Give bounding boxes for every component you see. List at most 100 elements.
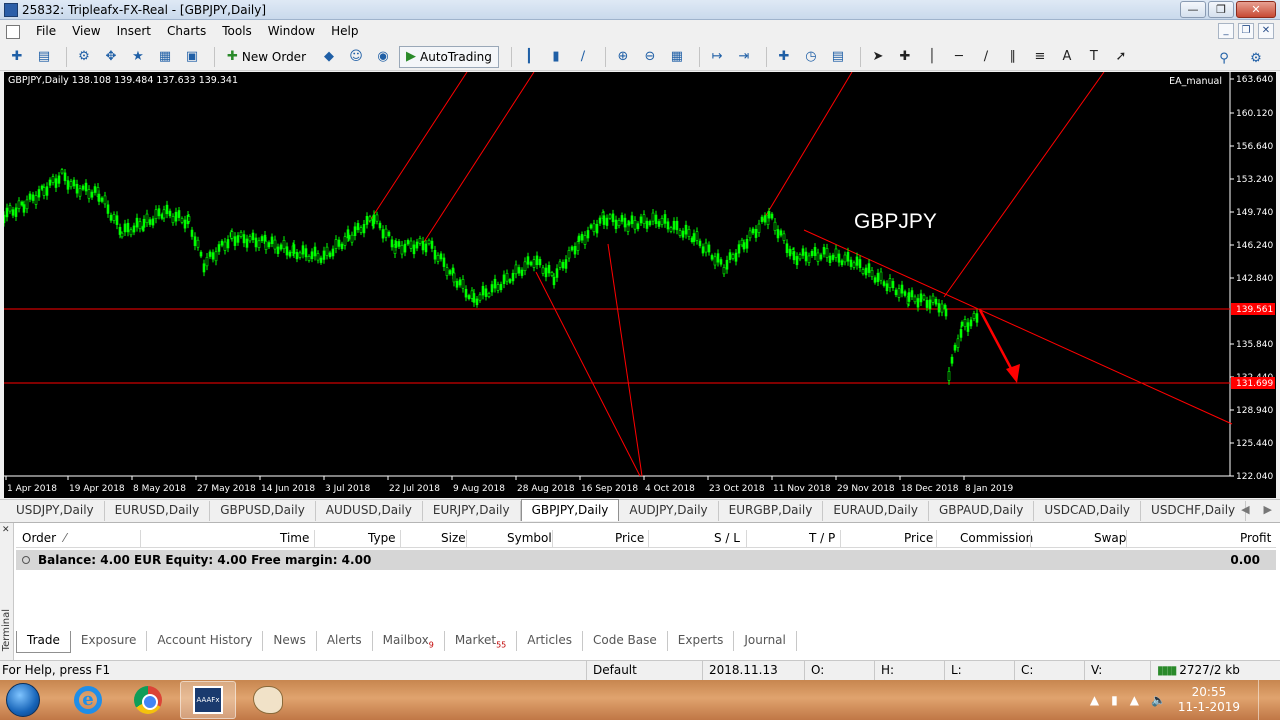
price-chart[interactable]: 163.640 160.120 156.640 153.240 149.740 146.2… (4, 72, 1276, 498)
terminal-icon[interactable]: ▦ (154, 46, 176, 68)
metaeditor-icon[interactable]: ◆ (318, 46, 340, 68)
maximize-button[interactable]: ❐ (1208, 1, 1234, 18)
chart-tab-usdjpy[interactable]: USDJPY,Daily (6, 501, 105, 521)
tab-journal[interactable]: Journal (734, 631, 797, 651)
menu-help[interactable]: Help (323, 21, 366, 42)
col-order[interactable]: Order (22, 531, 56, 545)
clock[interactable]: 20:55 11-1-2019 (1178, 685, 1240, 715)
chart-close-button[interactable]: ✕ (1258, 23, 1274, 39)
zoom-in-icon[interactable]: ⊕ (612, 46, 634, 68)
tab-news[interactable]: News (263, 631, 317, 651)
tab-articles[interactable]: Articles (517, 631, 584, 651)
menu-insert[interactable]: Insert (109, 21, 159, 42)
strategy-tester-icon[interactable]: ▣ (181, 46, 203, 68)
indicators-icon[interactable]: ✚ (773, 46, 795, 68)
tile-windows-icon[interactable]: ▦ (666, 46, 688, 68)
tab-scroll-right-icon[interactable]: ▶ (1264, 503, 1272, 516)
symbol-annotation[interactable]: GBPJPY (854, 210, 937, 234)
menu-charts[interactable]: Charts (159, 21, 214, 42)
taskbar-paint[interactable] (240, 681, 296, 719)
chart-tab-usdcad[interactable]: USDCAD,Daily (1034, 501, 1142, 521)
chart-tab-gbpusd[interactable]: GBPUSD,Daily (210, 501, 316, 521)
auto-trading-button[interactable]: ▶ AutoTrading (399, 45, 499, 68)
chart-canvas[interactable]: 163.640 160.120 156.640 153.240 149.740 146.2… (4, 72, 1276, 498)
tab-code-base[interactable]: Code Base (583, 631, 668, 651)
data-window-icon[interactable]: ✥ (100, 46, 122, 68)
periods-icon[interactable]: ◷ (800, 46, 822, 68)
text-label-icon[interactable]: T (1083, 46, 1105, 68)
chart-tab-usdchf[interactable]: USDCHF,Daily (1141, 501, 1247, 521)
tray-network-icon[interactable]: ▮ (1111, 693, 1118, 707)
chart-tab-eurjpy[interactable]: EURJPY,Daily (423, 501, 521, 521)
settings-icon[interactable]: ⚙ (1245, 47, 1267, 69)
menu-view[interactable]: View (64, 21, 108, 42)
col-tp[interactable]: T / P (809, 531, 835, 545)
templates-icon[interactable]: ▤ (827, 46, 849, 68)
menu-tools[interactable]: Tools (214, 21, 260, 42)
chart-tab-audusd[interactable]: AUDUSD,Daily (316, 501, 423, 521)
chart-tab-euraud[interactable]: EURAUD,Daily (823, 501, 929, 521)
taskbar-chrome[interactable] (120, 681, 176, 719)
arrows-icon[interactable]: ➚ (1110, 46, 1132, 68)
market-watch-icon[interactable]: ⚙ (73, 46, 95, 68)
chat-icon[interactable]: ☺ (345, 46, 367, 68)
start-button[interactable] (0, 680, 46, 720)
col-price-current[interactable]: Price (904, 531, 933, 545)
chart-restore-button[interactable]: ❐ (1238, 23, 1254, 39)
chart-tab-gbpaud[interactable]: GBPAUD,Daily (929, 501, 1035, 521)
text-icon[interactable]: A (1056, 46, 1078, 68)
close-button[interactable]: ✕ (1236, 1, 1276, 18)
line-chart-icon[interactable]: ∕ (572, 46, 594, 68)
chart-tab-eurgbp[interactable]: EURGBP,Daily (719, 501, 824, 521)
balance-row[interactable]: Balance: 4.00 EUR Equity: 4.00 Free marg… (16, 550, 1276, 570)
profiles-icon[interactable]: ▤ (33, 46, 55, 68)
tab-account-history[interactable]: Account History (147, 631, 264, 651)
col-commission[interactable]: Commission (960, 531, 1033, 545)
menu-window[interactable]: Window (260, 21, 323, 42)
col-profit[interactable]: Profit (1240, 531, 1271, 545)
col-size[interactable]: Size (441, 531, 466, 545)
search-icon[interactable]: ⚲ (1213, 47, 1235, 69)
navigator-icon[interactable]: ★ (127, 46, 149, 68)
bar-chart-icon[interactable]: ┃ (518, 46, 540, 68)
tab-alerts[interactable]: Alerts (317, 631, 373, 651)
menu-file[interactable]: File (28, 21, 64, 42)
chart-minimize-button[interactable]: _ (1218, 23, 1234, 39)
taskbar-ie[interactable]: e (60, 681, 116, 719)
channel-icon[interactable]: ∥ (1002, 46, 1024, 68)
tray-expand-icon[interactable]: ▲ (1090, 693, 1099, 707)
new-chart-icon[interactable]: ✚ (6, 46, 28, 68)
status-profile[interactable]: Default (586, 661, 702, 681)
tab-mailbox[interactable]: Mailbox9 (373, 631, 445, 651)
col-time[interactable]: Time (280, 531, 309, 545)
crosshair-icon[interactable]: ✚ (894, 46, 916, 68)
col-sl[interactable]: S / L (714, 531, 740, 545)
show-desktop-button[interactable] (1258, 680, 1270, 720)
tab-scroll-left-icon[interactable]: ◀ (1241, 503, 1249, 516)
vertical-line-icon[interactable]: │ (921, 46, 943, 68)
terminal-close-icon[interactable]: ✕ (2, 525, 10, 535)
signals-icon[interactable]: ◉ (372, 46, 394, 68)
zoom-out-icon[interactable]: ⊖ (639, 46, 661, 68)
volume-icon[interactable]: 🔈 (1151, 693, 1166, 707)
fibonacci-icon[interactable]: ≡ (1029, 46, 1051, 68)
candlestick-icon[interactable]: ▮ (545, 46, 567, 68)
auto-scroll-icon[interactable]: ↦ (706, 46, 728, 68)
cursor-icon[interactable]: ➤ (867, 46, 889, 68)
chart-shift-icon[interactable]: ⇥ (733, 46, 755, 68)
tab-experts[interactable]: Experts (668, 631, 735, 651)
new-order-button[interactable]: ✚ New Order (221, 46, 312, 68)
status-traffic[interactable]: ▮▮▮▮ 2727/2 kb (1150, 661, 1280, 681)
col-type[interactable]: Type (368, 531, 396, 545)
chart-tab-audjpy[interactable]: AUDJPY,Daily (619, 501, 719, 521)
tab-market[interactable]: Market55 (445, 631, 518, 651)
col-swap[interactable]: Swap (1094, 531, 1126, 545)
chart-tab-gbpjpy[interactable]: GBPJPY,Daily (520, 499, 620, 521)
chart-window-icon[interactable] (6, 24, 20, 39)
taskbar-metatrader[interactable]: AAAFx (180, 681, 236, 719)
col-price[interactable]: Price (615, 531, 644, 545)
tab-exposure[interactable]: Exposure (71, 631, 148, 651)
chart-tab-eurusd[interactable]: EURUSD,Daily (105, 501, 211, 521)
minimize-button[interactable]: — (1180, 1, 1206, 18)
wifi-icon[interactable]: ▲ (1130, 693, 1139, 707)
